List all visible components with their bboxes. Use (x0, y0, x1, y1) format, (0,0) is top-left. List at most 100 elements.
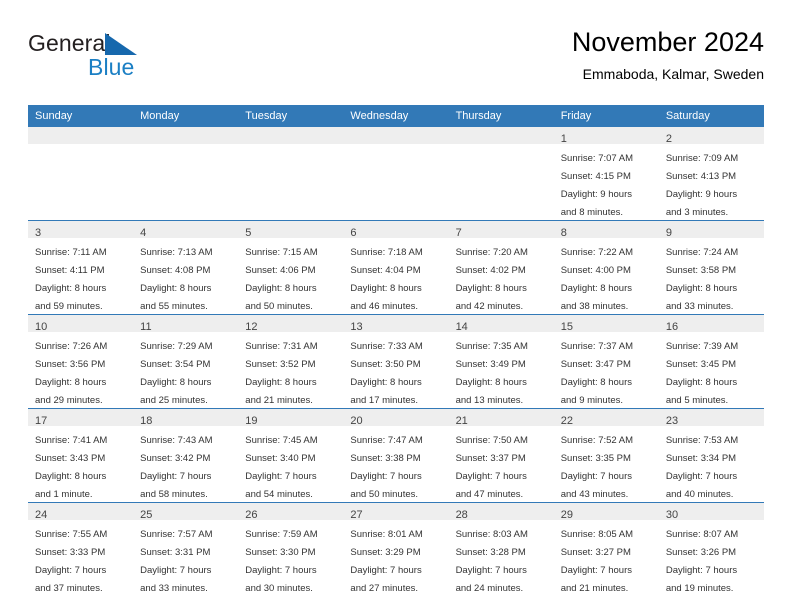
day-details: Sunrise: 7:13 AM Sunset: 4:08 PM Dayligh… (133, 238, 238, 314)
day-number-band: 27 (343, 503, 449, 521)
calendar-day-cell[interactable]: 7 Sunrise: 7:20 AM Sunset: 4:02 PM Dayli… (448, 220, 554, 315)
calendar-day-cell[interactable]: 23 Sunrise: 7:53 AM Sunset: 3:34 PM Dayl… (658, 408, 764, 503)
day-number: 20 (350, 415, 363, 427)
day-details: Sunrise: 8:01 AM Sunset: 3:29 PM Dayligh… (343, 520, 448, 596)
sun-info: Sunrise: 7:13 AM Sunset: 4:08 PM Dayligh… (140, 247, 213, 312)
day-number-band: 25 (133, 503, 239, 521)
day-number-band: 21 (448, 409, 554, 427)
sun-info: Sunrise: 7:11 AM Sunset: 4:11 PM Dayligh… (35, 247, 107, 312)
calendar-day-cell[interactable] (448, 127, 554, 221)
calendar-day-cell[interactable]: 18 Sunrise: 7:43 AM Sunset: 3:42 PM Dayl… (133, 408, 239, 503)
day-number: 19 (245, 415, 258, 427)
calendar-day-cell[interactable]: 8 Sunrise: 7:22 AM Sunset: 4:00 PM Dayli… (553, 220, 659, 315)
calendar-day-cell[interactable]: 5 Sunrise: 7:15 AM Sunset: 4:06 PM Dayli… (238, 220, 344, 315)
sun-info: Sunrise: 7:45 AM Sunset: 3:40 PM Dayligh… (245, 435, 318, 500)
brand-name-general: General (28, 30, 111, 56)
weekday-header-monday: Monday (133, 105, 239, 127)
day-number: 23 (665, 415, 679, 427)
weekday-header-friday: Friday (553, 105, 659, 127)
sun-info: Sunrise: 7:33 AM Sunset: 3:50 PM Dayligh… (350, 341, 423, 406)
calendar-day-cell[interactable] (133, 127, 239, 221)
calendar-day-cell[interactable]: 29 Sunrise: 8:05 AM Sunset: 3:27 PM Dayl… (553, 502, 659, 596)
day-number: 1 (560, 133, 567, 145)
calendar-day-cell[interactable] (343, 127, 449, 221)
day-number: 21 (455, 415, 468, 427)
day-number: 18 (140, 415, 153, 427)
calendar-day-cell[interactable]: 4 Sunrise: 7:13 AM Sunset: 4:08 PM Dayli… (133, 220, 239, 315)
day-details: Sunrise: 7:50 AM Sunset: 3:37 PM Dayligh… (449, 426, 554, 502)
brand-logo[interactable]: General Blue (28, 30, 258, 92)
day-details (238, 144, 343, 148)
day-details: Sunrise: 7:26 AM Sunset: 3:56 PM Dayligh… (28, 332, 133, 408)
calendar-day-cell[interactable]: 27 Sunrise: 8:01 AM Sunset: 3:29 PM Dayl… (343, 502, 449, 596)
sun-info: Sunrise: 7:47 AM Sunset: 3:38 PM Dayligh… (350, 435, 423, 500)
day-number-band (238, 127, 344, 144)
sun-info: Sunrise: 7:15 AM Sunset: 4:06 PM Dayligh… (245, 247, 318, 312)
day-number-band: 20 (343, 409, 449, 427)
day-number-band: 12 (238, 315, 344, 333)
day-details: Sunrise: 7:55 AM Sunset: 3:33 PM Dayligh… (28, 520, 133, 596)
day-number: 14 (455, 321, 468, 333)
day-details: Sunrise: 7:59 AM Sunset: 3:30 PM Dayligh… (238, 520, 343, 596)
calendar-day-cell[interactable]: 6 Sunrise: 7:18 AM Sunset: 4:04 PM Dayli… (343, 220, 449, 315)
sun-info: Sunrise: 7:43 AM Sunset: 3:42 PM Dayligh… (140, 435, 213, 500)
calendar-day-cell[interactable]: 3 Sunrise: 7:11 AM Sunset: 4:11 PM Dayli… (28, 220, 134, 315)
calendar-day-cell[interactable]: 10 Sunrise: 7:26 AM Sunset: 3:56 PM Dayl… (28, 314, 134, 409)
calendar-day-cell[interactable]: 30 Sunrise: 8:07 AM Sunset: 3:26 PM Dayl… (658, 502, 764, 596)
day-details: Sunrise: 7:45 AM Sunset: 3:40 PM Dayligh… (238, 426, 343, 502)
day-number: 8 (560, 227, 567, 239)
weekday-header-thursday: Thursday (448, 105, 554, 127)
sun-info: Sunrise: 8:07 AM Sunset: 3:26 PM Dayligh… (665, 529, 739, 594)
day-number-band: 10 (28, 315, 134, 333)
day-number: 7 (455, 227, 462, 239)
sun-info: Sunrise: 8:03 AM Sunset: 3:28 PM Dayligh… (455, 529, 528, 594)
day-number-band: 2 (658, 127, 764, 145)
day-details: Sunrise: 7:15 AM Sunset: 4:06 PM Dayligh… (238, 238, 343, 314)
calendar-day-cell[interactable]: 26 Sunrise: 7:59 AM Sunset: 3:30 PM Dayl… (238, 502, 344, 596)
sun-info: Sunrise: 8:01 AM Sunset: 3:29 PM Dayligh… (350, 529, 423, 594)
sun-info: Sunrise: 8:05 AM Sunset: 3:27 PM Dayligh… (560, 529, 634, 594)
weekday-header-tuesday: Tuesday (238, 105, 344, 127)
day-number: 26 (245, 509, 258, 521)
day-number: 4 (140, 227, 147, 239)
day-details: Sunrise: 7:31 AM Sunset: 3:52 PM Dayligh… (238, 332, 343, 408)
sun-info: Sunrise: 7:20 AM Sunset: 4:02 PM Dayligh… (455, 247, 528, 312)
calendar-day-cell[interactable]: 24 Sunrise: 7:55 AM Sunset: 3:33 PM Dayl… (28, 502, 134, 596)
calendar-day-cell[interactable]: 20 Sunrise: 7:47 AM Sunset: 3:38 PM Dayl… (343, 408, 449, 503)
calendar-day-cell[interactable]: 22 Sunrise: 7:52 AM Sunset: 3:35 PM Dayl… (553, 408, 659, 503)
calendar-day-cell[interactable] (28, 127, 134, 221)
day-number-band: 15 (553, 315, 659, 333)
sun-info: Sunrise: 7:07 AM Sunset: 4:15 PM Dayligh… (560, 153, 634, 218)
location-subtitle: Emmaboda, Kalmar, Sweden (582, 66, 764, 82)
day-number-band: 19 (238, 409, 344, 427)
sun-info: Sunrise: 7:55 AM Sunset: 3:33 PM Dayligh… (35, 529, 108, 594)
calendar-day-cell[interactable]: 17 Sunrise: 7:41 AM Sunset: 3:43 PM Dayl… (28, 408, 134, 503)
calendar-day-cell[interactable]: 28 Sunrise: 8:03 AM Sunset: 3:28 PM Dayl… (448, 502, 554, 596)
calendar-day-cell[interactable]: 12 Sunrise: 7:31 AM Sunset: 3:52 PM Dayl… (238, 314, 344, 409)
calendar-day-cell[interactable]: 16 Sunrise: 7:39 AM Sunset: 3:45 PM Dayl… (658, 314, 764, 409)
calendar-day-cell[interactable]: 25 Sunrise: 7:57 AM Sunset: 3:31 PM Dayl… (133, 502, 239, 596)
day-number-band: 22 (553, 409, 659, 427)
day-number: 30 (665, 509, 679, 521)
calendar-day-cell[interactable]: 21 Sunrise: 7:50 AM Sunset: 3:37 PM Dayl… (448, 408, 554, 503)
calendar-day-cell[interactable] (238, 127, 344, 221)
calendar-day-cell[interactable]: 14 Sunrise: 7:35 AM Sunset: 3:49 PM Dayl… (448, 314, 554, 409)
day-details: Sunrise: 7:20 AM Sunset: 4:02 PM Dayligh… (449, 238, 554, 314)
sun-info: Sunrise: 7:53 AM Sunset: 3:34 PM Dayligh… (665, 435, 739, 500)
calendar-day-cell[interactable]: 1 Sunrise: 7:07 AM Sunset: 4:15 PM Dayli… (553, 127, 659, 221)
calendar-day-cell[interactable]: 13 Sunrise: 7:33 AM Sunset: 3:50 PM Dayl… (343, 314, 449, 409)
day-details: Sunrise: 8:05 AM Sunset: 3:27 PM Dayligh… (554, 520, 659, 596)
day-number-band: 8 (553, 221, 659, 239)
calendar-day-cell[interactable]: 2 Sunrise: 7:09 AM Sunset: 4:13 PM Dayli… (658, 127, 764, 221)
page-title: November 2024 (571, 27, 764, 57)
calendar-day-cell[interactable]: 15 Sunrise: 7:37 AM Sunset: 3:47 PM Dayl… (553, 314, 659, 409)
sun-info: Sunrise: 7:39 AM Sunset: 3:45 PM Dayligh… (665, 341, 739, 406)
calendar-day-cell[interactable]: 19 Sunrise: 7:45 AM Sunset: 3:40 PM Dayl… (238, 408, 344, 503)
calendar-day-cell[interactable]: 11 Sunrise: 7:29 AM Sunset: 3:54 PM Dayl… (133, 314, 239, 409)
day-details: Sunrise: 7:22 AM Sunset: 4:00 PM Dayligh… (554, 238, 659, 314)
day-details: Sunrise: 7:24 AM Sunset: 3:58 PM Dayligh… (659, 238, 764, 314)
sun-info: Sunrise: 7:50 AM Sunset: 3:37 PM Dayligh… (455, 435, 528, 500)
calendar-week-row: 3 Sunrise: 7:11 AM Sunset: 4:11 PM Dayli… (28, 220, 764, 315)
day-number: 3 (35, 227, 42, 239)
calendar-day-cell[interactable]: 9 Sunrise: 7:24 AM Sunset: 3:58 PM Dayli… (658, 220, 764, 315)
